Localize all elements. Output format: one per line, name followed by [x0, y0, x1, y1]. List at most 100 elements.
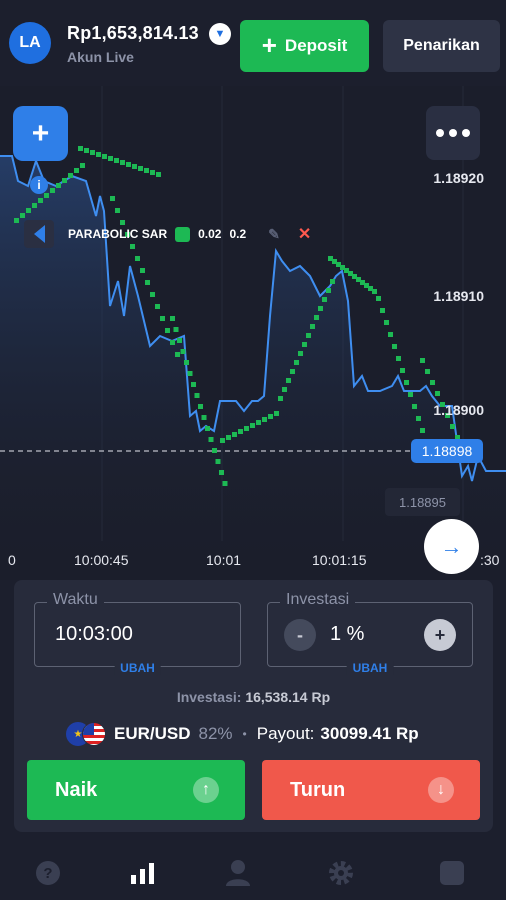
sar-dot — [132, 164, 137, 169]
help-icon[interactable]: ? — [33, 858, 63, 888]
sar-dot — [416, 416, 421, 421]
increase-investment-button[interactable]: + — [424, 619, 456, 651]
sar-dot — [120, 160, 125, 165]
currency-flags-icon: ★ — [66, 722, 106, 746]
sar-dot — [155, 304, 160, 309]
sar-dot — [302, 342, 307, 347]
profile-icon[interactable] — [223, 858, 253, 888]
dot — [462, 129, 470, 137]
sar-dot — [173, 327, 179, 332]
investment-field[interactable]: Investasi - 1 % + UBAH — [267, 591, 473, 675]
time-tick-label: 0 — [8, 552, 16, 568]
expiry-time-field[interactable]: Waktu 10:03:00 UBAH — [34, 591, 241, 675]
menu-icon[interactable] — [437, 858, 467, 888]
plus-icon: + — [261, 29, 277, 60]
sar-dot — [90, 150, 95, 155]
sar-dot — [175, 352, 180, 357]
sar-dot — [80, 163, 85, 168]
settings-icon[interactable] — [326, 858, 356, 888]
investment-summary: Investasi: 16,538.14 Rp — [14, 689, 493, 705]
sar-dot — [215, 459, 221, 464]
bottom-navigation: ? — [0, 846, 506, 900]
sar-dot — [400, 368, 405, 373]
sar-dot — [250, 423, 255, 428]
investment-label: Investasi — [280, 591, 356, 609]
sar-dot — [286, 378, 291, 383]
sar-dot — [376, 296, 381, 301]
sar-dot — [396, 356, 401, 361]
decrease-investment-button[interactable]: - — [284, 619, 316, 651]
sar-dot — [412, 404, 417, 409]
expiry-time-label: Waktu — [47, 591, 104, 609]
indicator-name: PARABOLIC SAR — [68, 227, 168, 241]
top-bar: LA Rp1,653,814.13 ▼ Akun Live + Deposit … — [0, 0, 506, 86]
sar-dot — [314, 315, 319, 320]
investment-value[interactable]: 1 % — [330, 623, 364, 646]
sar-dot — [194, 393, 200, 398]
indicator-legend: PARABOLIC SAR 0.02 0.2 ✎ ✕ — [68, 224, 311, 244]
sar-dot — [50, 188, 55, 193]
svg-text:?: ? — [43, 865, 52, 882]
sar-dot — [110, 196, 115, 201]
sar-dot — [318, 306, 323, 311]
info-icon[interactable]: i — [30, 176, 48, 194]
asset-info[interactable]: ★ EUR/USD 82% • Payout: 30099.41 Rp — [66, 722, 419, 746]
pencil-icon[interactable]: ✎ — [268, 226, 280, 243]
put-down-button[interactable]: Turun ↓ — [262, 760, 480, 820]
price-tick-label: 1.18900 — [433, 402, 484, 418]
asset-name[interactable]: EUR/USD — [114, 724, 191, 744]
price-chart[interactable]: 1.18920 1.18910 1.18900 0 10:00:45 10:01… — [0, 86, 506, 580]
chart-icon[interactable] — [128, 858, 158, 888]
time-tick-label: 10:01 — [206, 552, 242, 568]
call-up-button[interactable]: Naik ↑ — [27, 760, 245, 820]
sar-dot — [56, 183, 61, 188]
sar-dot — [165, 328, 170, 333]
sar-dot — [404, 380, 409, 385]
collapse-indicators-button[interactable] — [24, 220, 54, 248]
expiry-time-value[interactable]: 10:03:00 — [55, 623, 133, 646]
investment-summary-label: Investasi: — [176, 689, 242, 705]
sar-dot — [144, 168, 149, 173]
sar-dot — [420, 428, 425, 433]
sar-dot — [84, 148, 89, 153]
sar-dot — [115, 208, 120, 213]
sar-dot — [68, 173, 73, 178]
more-options-button[interactable] — [426, 106, 480, 160]
sar-dot — [268, 414, 273, 419]
sar-dot — [145, 280, 150, 285]
withdraw-button[interactable]: Penarikan — [383, 20, 500, 72]
call-up-label: Naik — [55, 778, 98, 801]
sar-dot — [212, 448, 217, 453]
sar-dot — [130, 244, 135, 249]
sar-dot — [150, 170, 155, 175]
sar-dot — [170, 340, 175, 345]
time-tick-label: 10:00:45 — [74, 552, 129, 568]
arrow-down-icon: ↓ — [428, 777, 454, 803]
investment-change-link[interactable]: UBAH — [346, 661, 394, 675]
expiry-change-link[interactable]: UBAH — [114, 661, 161, 675]
sar-dot — [135, 256, 140, 261]
sar-dot — [114, 158, 119, 163]
sar-dot — [310, 324, 315, 329]
avatar[interactable]: LA — [9, 22, 51, 64]
dot — [449, 129, 457, 137]
sar-dot — [294, 360, 299, 365]
price-area — [0, 156, 506, 580]
deposit-button[interactable]: + Deposit — [240, 20, 369, 72]
arrow-up-icon: ↑ — [193, 777, 219, 803]
close-icon[interactable]: ✕ — [298, 224, 311, 244]
sar-dot — [20, 213, 25, 218]
add-indicator-button[interactable]: + — [13, 106, 68, 161]
investment-summary-value: 16,538.14 Rp — [245, 689, 331, 705]
chevron-down-icon[interactable]: ▼ — [209, 23, 231, 45]
sar-dot — [274, 411, 279, 416]
payout-value: 30099.41 Rp — [320, 724, 419, 743]
account-balance[interactable]: Rp1,653,814.13 — [67, 23, 199, 44]
scroll-to-latest-button[interactable]: → — [424, 519, 479, 574]
sar-dot — [435, 391, 440, 396]
account-type: Akun Live — [67, 49, 134, 65]
sar-dot — [226, 435, 231, 440]
us-flag-icon — [82, 722, 106, 746]
sar-dot — [306, 333, 311, 338]
sar-dot — [170, 316, 175, 321]
